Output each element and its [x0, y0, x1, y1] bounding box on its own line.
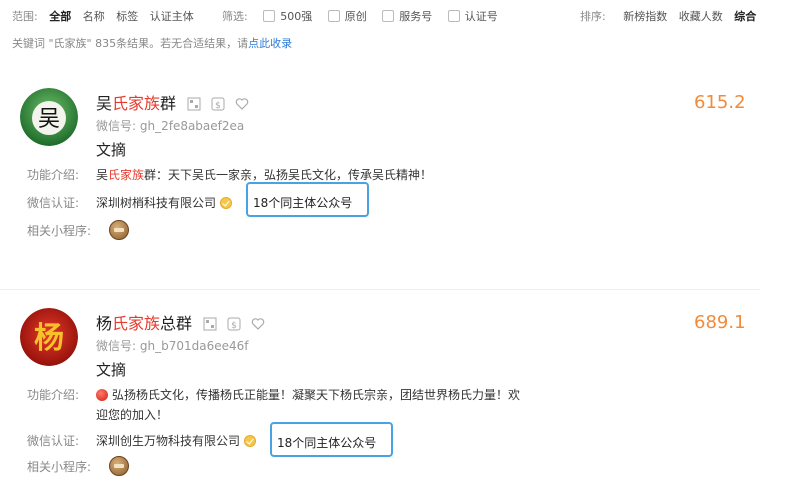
svg-text:$: $ — [231, 321, 237, 331]
mini-program-label: 相关小程序: — [27, 460, 92, 474]
scope-group: 范围: 全部 名称 标签 认证主体 — [12, 8, 194, 24]
scope-option-tag[interactable]: 标签 — [116, 10, 138, 23]
result-note: 关键词 "氏家族" 835条结果。若无合适结果，请点此收录 — [12, 35, 292, 51]
checkbox-box[interactable] — [447, 10, 460, 22]
checkbox-label: 500强 — [280, 10, 313, 23]
mini-program-icon[interactable] — [109, 456, 129, 476]
svg-text:$: $ — [215, 101, 221, 111]
svg-text:吴: 吴 — [38, 107, 60, 132]
filter-bar: 范围: 全部 名称 标签 认证主体 筛选: 500强 原创 服务号 认证号 排序… — [12, 8, 782, 24]
qrcode-icon[interactable] — [187, 97, 201, 111]
result-note-text: 关键词 "氏家族" 835条结果。若无合适结果，请 — [12, 37, 249, 50]
scope-option-all[interactable]: 全部 — [49, 10, 71, 23]
account-title[interactable]: 吴氏家族群 $ — [96, 90, 254, 114]
favorite-heart-icon[interactable] — [251, 317, 265, 331]
result-card: 吴 吴氏家族群 $ 微信号: gh_2fe8abaef2ea 文摘 615.2 … — [0, 78, 760, 290]
same-subject-link[interactable]: 18个同主体公众号 — [246, 182, 369, 217]
score: 689.1 — [694, 312, 746, 333]
sort-group: 排序: 新榜指数 收藏人数 综合 — [580, 8, 756, 24]
verify-company[interactable]: 深圳创生万物科技有限公司 — [96, 432, 257, 449]
checkbox-original[interactable]: 原创 — [327, 10, 367, 23]
sort-label: 排序: — [580, 10, 606, 23]
checkbox-500[interactable]: 500强 — [263, 10, 312, 23]
score: 615.2 — [694, 92, 746, 113]
filter-label: 筛选: — [222, 10, 248, 23]
avatar[interactable]: 杨 — [20, 308, 78, 366]
result-card: 杨 杨氏家族总群 $ 微信号: gh_b701da6ee46f 文摘 689.1… — [0, 298, 760, 483]
qrcode-icon[interactable] — [203, 317, 217, 331]
price-icon[interactable]: $ — [227, 317, 241, 331]
title-text: 群 — [160, 94, 177, 113]
title-text: 杨 — [96, 314, 113, 333]
intro-label: 功能介绍: — [27, 388, 80, 402]
verify-label: 微信认证: — [27, 434, 80, 448]
checkbox-box[interactable] — [327, 10, 340, 22]
checkbox-label: 原创 — [344, 10, 367, 23]
checkbox-label: 服务号 — [399, 10, 433, 23]
checkbox-service[interactable]: 服务号 — [382, 10, 432, 23]
same-subject-link[interactable]: 18个同主体公众号 — [270, 422, 393, 457]
category: 文摘 — [96, 141, 127, 159]
price-icon[interactable]: $ — [211, 97, 225, 111]
svg-text:杨: 杨 — [34, 321, 64, 356]
title-highlight: 氏家族 — [112, 94, 161, 113]
scope-label: 范围: — [12, 10, 38, 23]
red-circle-icon — [96, 389, 108, 401]
avatar[interactable]: 吴 — [20, 88, 78, 146]
verified-badge-icon — [220, 197, 233, 209]
checkbox-label: 认证号 — [464, 10, 498, 23]
sort-option-overall[interactable]: 综合 — [734, 10, 756, 23]
verify-company[interactable]: 深圳树梢科技有限公司 — [96, 194, 233, 211]
favorite-heart-icon[interactable] — [235, 97, 249, 111]
intro-text-continued: 迎您的加入！ — [96, 408, 169, 422]
scope-option-subject[interactable]: 认证主体 — [150, 10, 194, 23]
title-text: 吴 — [96, 94, 113, 113]
sort-option-favorites[interactable]: 收藏人数 — [679, 10, 723, 23]
verify-label: 微信认证: — [27, 196, 80, 210]
wechat-id: 微信号: gh_b701da6ee46f — [96, 339, 249, 353]
verified-badge-icon — [244, 435, 257, 447]
checkbox-verified[interactable]: 认证号 — [447, 10, 498, 23]
collect-link[interactable]: 点此收录 — [248, 37, 292, 50]
scope-option-name[interactable]: 名称 — [83, 10, 105, 23]
filter-group: 筛选: 500强 原创 服务号 认证号 — [222, 8, 498, 24]
intro-text: 吴氏家族群：天下吴氏一家亲，弘扬吴氏文化，传承吴氏精神！ — [96, 168, 433, 182]
title-text: 总群 — [160, 314, 193, 333]
intro-label: 功能介绍: — [27, 168, 80, 182]
checkbox-box[interactable] — [382, 10, 395, 22]
sort-option-index[interactable]: 新榜指数 — [623, 10, 667, 23]
checkbox-box[interactable] — [263, 10, 276, 22]
title-highlight: 氏家族 — [112, 314, 161, 333]
wechat-id: 微信号: gh_2fe8abaef2ea — [96, 119, 245, 133]
category: 文摘 — [96, 361, 127, 379]
mini-program-label: 相关小程序: — [27, 224, 92, 238]
intro-text: 弘扬杨氏文化，传播杨氏正能量！凝聚天下杨氏宗亲，团结世界杨氏力量！欢 — [96, 386, 520, 403]
mini-program-icon[interactable] — [109, 220, 129, 240]
account-title[interactable]: 杨氏家族总群 $ — [96, 310, 270, 334]
